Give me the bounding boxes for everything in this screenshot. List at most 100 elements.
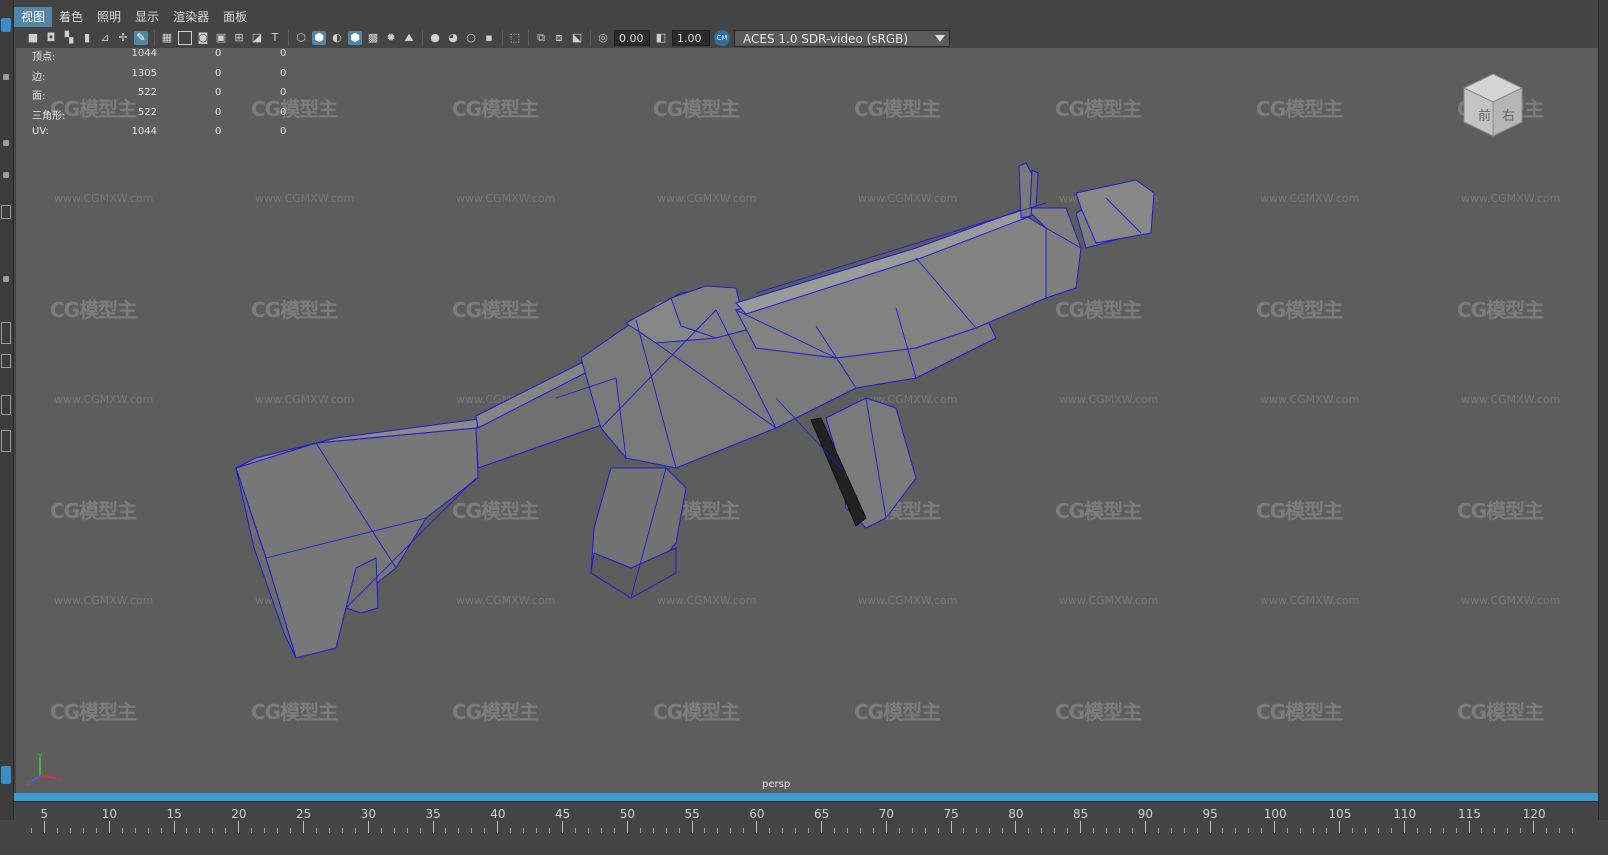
timeline-minor-tick — [1054, 828, 1056, 833]
timeline-minor-tick — [251, 828, 253, 833]
timeline-major-tick — [44, 821, 45, 833]
hud-value-selected: 0 — [215, 126, 222, 137]
view-transform-select[interactable]: ACES 1.0 SDR-video (sRGB) — [734, 29, 950, 47]
resolution-gate-icon[interactable]: ◙ — [196, 31, 210, 45]
timeline-frame-label: 105 — [1328, 807, 1352, 821]
layout-single-icon[interactable] — [1, 322, 11, 344]
menu-view[interactable]: 视图 — [14, 7, 53, 27]
ambient-occlusion-icon[interactable]: ● — [428, 31, 442, 45]
grid-icon[interactable]: ▦ — [160, 31, 174, 45]
layout-side-icon[interactable] — [1, 395, 11, 415]
handguard-mesh — [735, 215, 1047, 359]
layout-four-icon[interactable] — [1, 354, 11, 368]
rifle-wireframe-model[interactable] — [16, 48, 1598, 793]
toolbar-separator — [288, 30, 289, 46]
menu-shading[interactable]: 着色 — [52, 7, 90, 27]
front-sight-post-mesh — [1029, 169, 1039, 209]
exposure-field[interactable]: 0.00 — [614, 30, 650, 46]
timeline-minor-tick — [898, 828, 900, 833]
select-tool-icon[interactable] — [1, 18, 11, 32]
timeline-minor-tick — [1118, 828, 1120, 833]
timeline-frame-label: 15 — [166, 807, 182, 821]
time-slider[interactable]: 5 10 15 20 25 30 35 40 45 50 55 60 65 70 75 80 85 90 95 100… — [14, 801, 1598, 834]
default-material-icon[interactable]: ◐ — [330, 31, 344, 45]
film-gate-icon[interactable] — [178, 31, 192, 45]
timeline-minor-tick — [989, 828, 991, 833]
exposure-icon[interactable]: ◎ — [596, 31, 610, 45]
depth-of-field-icon[interactable]: ▪ — [482, 31, 496, 45]
last-tool-icon[interactable] — [3, 276, 9, 282]
toolbar-separator — [590, 30, 591, 46]
rotate-tool-icon[interactable] — [3, 172, 9, 178]
lasso-tool-icon[interactable] — [3, 74, 9, 80]
timeline-frame-label: 5 — [40, 807, 49, 821]
camera-attributes-icon[interactable]: ◘ — [44, 31, 58, 45]
time-slider-range[interactable] — [14, 793, 1598, 801]
timeline-minor-tick — [769, 828, 771, 833]
use-lights-icon[interactable]: ✹ — [384, 31, 398, 45]
view-cube[interactable]: 前 右 — [1460, 70, 1526, 140]
xray-icon[interactable]: ⧉ — [534, 31, 548, 45]
safe-title-icon[interactable]: T — [268, 31, 282, 45]
timeline-minor-tick — [458, 828, 460, 833]
timeline-minor-tick — [1313, 828, 1315, 833]
timeline-minor-tick — [510, 828, 512, 833]
timeline-frame-label: 55 — [684, 807, 700, 821]
2d-pan-zoom-icon[interactable]: ✢ — [116, 31, 130, 45]
timeline-minor-tick — [1520, 828, 1522, 833]
timeline-major-tick — [626, 821, 628, 833]
menu-show[interactable]: 显示 — [128, 7, 166, 27]
scale-tool-icon[interactable] — [1, 205, 11, 219]
bookmark-flag-icon[interactable]: ▮ — [80, 31, 94, 45]
wireframe-icon[interactable]: ⬡ — [294, 31, 308, 45]
shadows-icon[interactable]: ⛰ — [402, 31, 416, 45]
smooth-shade-icon[interactable]: ⬢ — [312, 31, 326, 45]
maya-viewport-panel: 视图 着色 照明 显示 渲染器 面板 ■ ◘ ▚ ▮ ⊿ ✢ ✎ ▦ ◙ ▣ ⊞… — [0, 0, 1608, 855]
menu-panels[interactable]: 面板 — [216, 7, 254, 27]
xray-components-icon[interactable]: ⬕ — [570, 31, 584, 45]
timeline-minor-tick — [393, 828, 395, 833]
camera-select-icon[interactable]: ■ — [26, 31, 40, 45]
bookmark-icon[interactable]: ▚ — [62, 31, 76, 45]
xray-joints-icon[interactable]: ⧈ — [552, 31, 566, 45]
anti-aliasing-icon[interactable]: ○ — [464, 31, 478, 45]
hud-label: 边: — [32, 71, 46, 83]
timeline-minor-tick — [290, 828, 292, 833]
gamma-icon[interactable]: ◧ — [654, 31, 668, 45]
move-tool-icon[interactable] — [3, 140, 9, 146]
timeline-minor-tick — [859, 828, 861, 833]
timeline-minor-tick — [31, 828, 33, 833]
grease-pencil-icon[interactable]: ✎ — [134, 31, 148, 45]
safe-action-icon[interactable]: ◪ — [250, 31, 264, 45]
timeline-minor-tick — [1183, 828, 1185, 833]
isolate-select-icon[interactable]: ⬚ — [508, 31, 522, 45]
timeline-major-tick — [367, 821, 369, 833]
menu-renderer[interactable]: 渲染器 — [166, 7, 216, 27]
layout-outliner-icon[interactable] — [1, 430, 11, 452]
layout-toggle-icon[interactable] — [1, 766, 11, 784]
textured-icon[interactable]: ▩ — [366, 31, 380, 45]
timeline-frame-label: 90 — [1137, 807, 1154, 821]
motion-blur-icon[interactable]: ◕ — [446, 31, 460, 45]
timeline-major-tick — [1209, 821, 1211, 833]
menu-lighting[interactable]: 照明 — [90, 7, 128, 27]
timeline-frame-label: 35 — [425, 807, 441, 821]
timeline-minor-tick — [963, 828, 965, 833]
field-chart-icon[interactable]: ⊞ — [232, 31, 246, 45]
timeline-minor-tick — [341, 828, 343, 833]
gamma-field[interactable]: 1.00 — [672, 30, 710, 46]
timeline-minor-tick — [639, 828, 641, 833]
timeline-minor-tick — [717, 828, 719, 833]
timeline-minor-tick — [121, 828, 123, 833]
timeline-minor-tick — [574, 828, 576, 833]
image-plane-icon[interactable]: ⊿ — [98, 31, 112, 45]
wireframe-on-shaded-icon[interactable]: ⬢ — [348, 31, 362, 45]
hud-label: UV: — [32, 126, 49, 137]
timeline-minor-tick — [484, 828, 486, 833]
gate-mask-icon[interactable]: ▣ — [214, 31, 228, 45]
timeline-minor-tick — [277, 828, 279, 833]
timeline-minor-tick — [406, 828, 408, 833]
3d-viewport[interactable]: CG模型主 CG模型主 CG模型主 CG模型主 CG模型主 CG模型主 CG模型主 CG模型主… — [16, 48, 1598, 793]
color-management-icon[interactable]: CM — [714, 30, 730, 46]
timeline-minor-tick — [924, 828, 926, 833]
